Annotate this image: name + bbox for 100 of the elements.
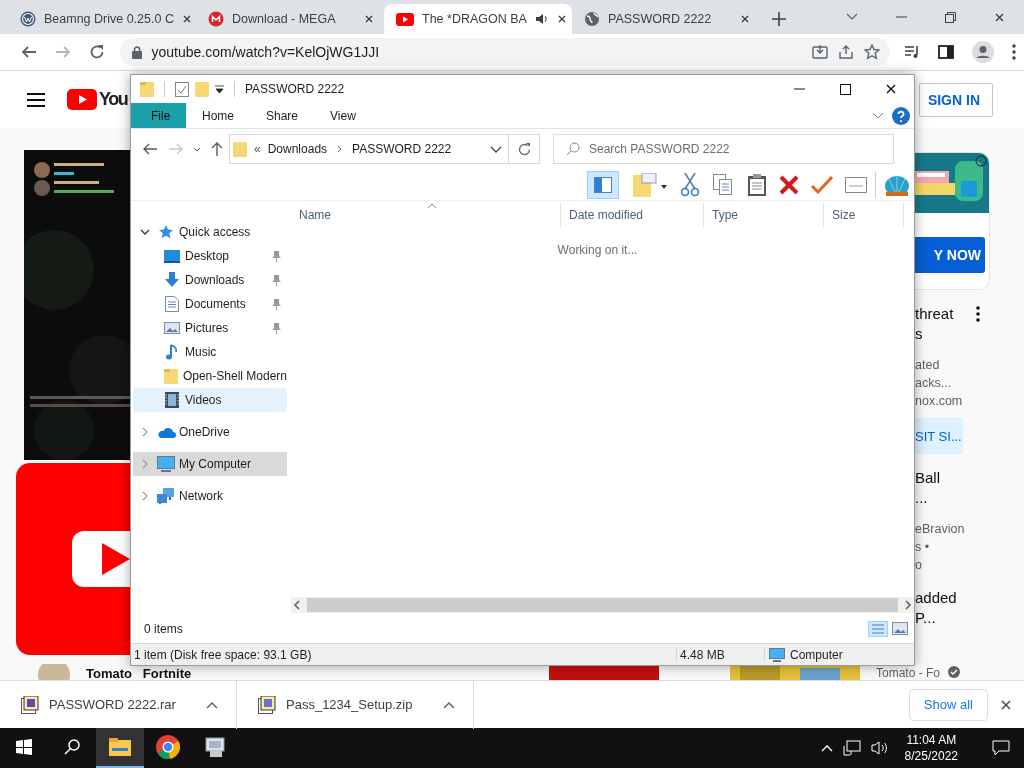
nav-item[interactable]: Quick access [133,220,287,244]
file-explorer-icon[interactable] [109,738,131,756]
paste-icon[interactable] [747,173,767,196]
nav-item[interactable]: Videos [133,388,287,412]
shop-button[interactable]: Y NOW [915,237,985,273]
ribbon-tab[interactable]: Share [250,103,315,128]
star-icon [158,224,174,240]
volume-icon[interactable] [870,741,889,755]
start-icon[interactable] [16,739,32,755]
visit-site-button[interactable]: SIT SI... [915,418,963,454]
shell-icon[interactable] [884,173,910,196]
cut-icon[interactable] [681,172,699,197]
column-header[interactable]: Name [291,203,561,227]
nav-item[interactable]: Open-Shell Modern [133,364,287,388]
clock[interactable]: 11:04 AM 8/25/2022 [904,732,958,764]
menu-icon[interactable] [27,92,45,107]
checkmark-icon[interactable] [811,175,833,194]
chevron-down-icon[interactable] [846,13,858,21]
column-header[interactable]: Date modified [561,203,704,227]
chevron-up-icon[interactable] [206,700,218,709]
show-all-button[interactable]: Show all [908,688,988,721]
kebab-menu-icon[interactable] [1012,44,1016,60]
back-icon[interactable] [143,143,157,155]
site-logo[interactable]: You [67,89,128,110]
back-icon[interactable] [20,44,37,60]
star-icon[interactable] [864,44,880,60]
status-message: Working on it... [557,243,638,257]
window-title: PASSWORD 2222 [245,82,345,96]
close-icon[interactable] [181,14,192,24]
browser-tab[interactable]: Beamng Drive 0.25.0 C [8,4,196,34]
scroll-left-icon[interactable] [291,600,303,610]
collapsed-chevron-icon[interactable] [142,427,148,437]
computer-app-icon[interactable] [204,736,228,758]
network-icon[interactable] [842,740,861,756]
column-header[interactable]: Type [704,203,824,227]
nav-item[interactable]: Downloads [133,268,287,292]
refresh-icon[interactable] [517,142,531,156]
archive-file-icon [258,695,276,714]
ribbon-tab[interactable]: View [314,103,372,128]
image-icon [164,321,180,335]
search-icon[interactable] [64,739,80,755]
sign-in-button[interactable]: SIGN IN [918,82,993,117]
reload-icon[interactable] [88,44,105,60]
globe-icon [584,11,600,27]
browser-tab[interactable]: Download - MEGA [196,4,384,34]
address-field[interactable]: youtube.com/watch?v=KelOjWG1JJI [119,38,890,66]
expanded-chevron-icon[interactable] [140,229,150,235]
search-field[interactable]: Search PASSWORD 2222 [553,134,894,164]
restore-icon[interactable] [945,11,956,23]
share-icon[interactable] [838,44,854,60]
horizontal-scrollbar[interactable] [291,597,914,613]
navigation-pane-toggle[interactable] [587,170,619,199]
ribbon-tab[interactable]: Home [186,103,250,128]
nav-item[interactable]: Music [133,340,287,364]
close-icon[interactable] [556,14,567,24]
scroll-right-icon[interactable] [902,600,914,610]
up-icon[interactable] [211,142,223,156]
chevron-up-icon[interactable] [443,700,455,709]
recent-locations-icon[interactable] [193,146,201,152]
close-icon[interactable] [1000,698,1012,711]
collapsed-chevron-icon[interactable] [142,491,148,501]
rename-icon[interactable] [845,176,867,193]
column-header[interactable]: Size [824,203,904,227]
media-icon[interactable] [904,45,920,59]
large-icons-view-icon[interactable] [892,621,910,637]
browser-tab[interactable]: The *DRAGON BA [384,4,572,34]
minimize-icon[interactable] [793,88,805,90]
notification-icon[interactable] [992,740,1010,756]
address-bar[interactable]: « Downloads PASSWORD 2222 [229,134,509,164]
new-tab-icon[interactable] [772,12,786,26]
side-panel-icon[interactable] [938,45,954,59]
close-icon[interactable] [364,14,374,24]
browser-tab[interactable]: PASSWORD 2222 [572,4,760,34]
copy-icon[interactable] [713,173,733,196]
close-icon[interactable] [885,83,897,95]
video-title: s [915,324,924,344]
nav-item[interactable]: OneDrive [133,420,287,444]
sort-caret-icon [427,203,437,209]
item-count: 0 items [144,622,183,636]
chevron-down-icon[interactable] [490,145,502,153]
nav-item[interactable]: Network [133,484,287,508]
properties-icon[interactable] [175,81,189,97]
nav-item[interactable]: My Computer [133,452,287,476]
customize-caret-icon[interactable] [215,84,224,94]
close-icon[interactable] [740,14,750,24]
ribbon-tab[interactable]: File [131,103,186,128]
help-icon[interactable] [892,106,910,125]
chrome-icon[interactable] [156,735,180,759]
kebab-menu-icon[interactable] [976,306,980,322]
nav-item[interactable]: Desktop [133,244,287,268]
nav-item[interactable]: Pictures [133,316,287,340]
profile-icon[interactable] [972,41,994,63]
maximize-icon[interactable] [839,83,851,95]
close-icon[interactable] [994,11,1005,23]
delete-icon[interactable] [779,174,799,195]
monitor-icon [769,647,785,662]
taskbar-button[interactable] [96,728,144,768]
circle-logo-icon [208,11,224,27]
install-icon[interactable] [812,44,828,60]
nav-item[interactable]: Documents [133,292,287,316]
